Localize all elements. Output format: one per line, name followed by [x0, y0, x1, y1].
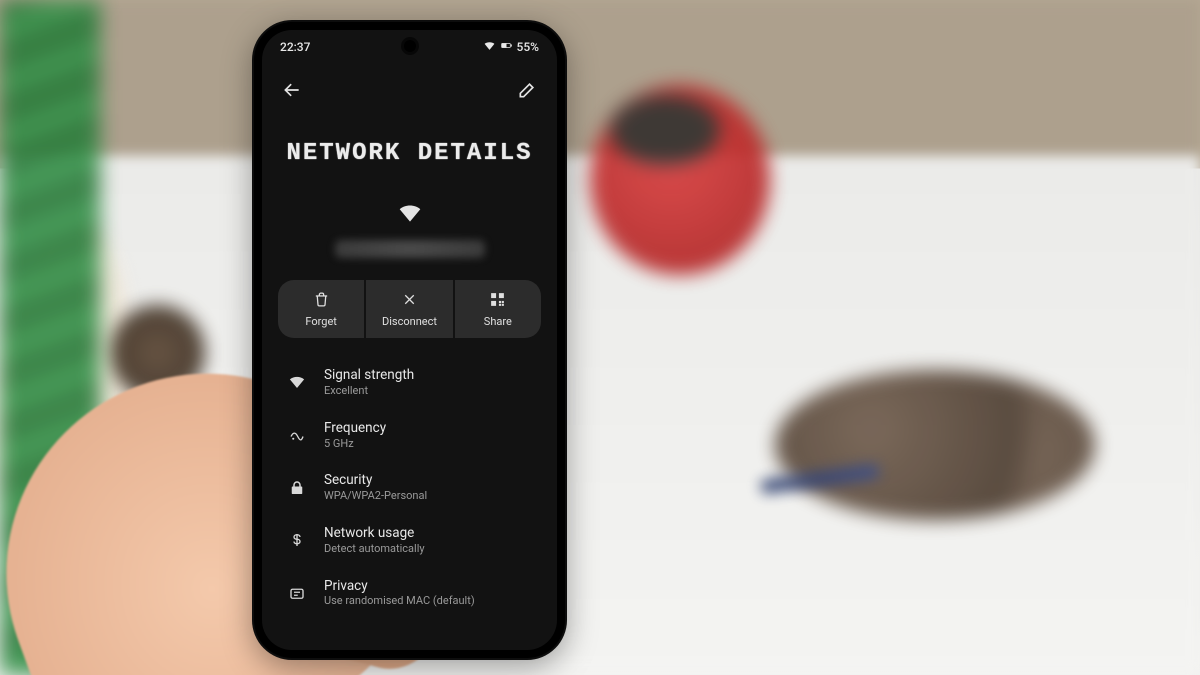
- lock-icon: [286, 479, 308, 497]
- detail-security[interactable]: Security WPA/WPA2-Personal: [266, 461, 553, 514]
- detail-value: WPA/WPA2-Personal: [324, 489, 427, 503]
- phone-frame: 22:37 55%: [252, 20, 567, 660]
- detail-label: Frequency: [324, 420, 386, 437]
- back-button[interactable]: [278, 76, 306, 104]
- camera-cutout: [404, 40, 416, 52]
- status-right: 55%: [483, 39, 539, 55]
- details-list: Signal strength Excellent Frequency 5 GH…: [262, 356, 557, 650]
- detail-frequency[interactable]: Frequency 5 GHz: [266, 409, 553, 462]
- wifi-icon: [483, 39, 496, 55]
- network-header: [262, 200, 557, 258]
- detail-value: Detect automatically: [324, 542, 425, 556]
- network-ssid-redacted: [335, 240, 485, 258]
- page-title: NETWORK DETAILS: [262, 140, 557, 167]
- detail-value: Excellent: [324, 384, 414, 398]
- frequency-icon: [286, 426, 308, 444]
- forget-button[interactable]: Forget: [278, 280, 364, 338]
- action-row: Forget Disconnect Share: [278, 280, 541, 338]
- detail-signal-strength[interactable]: Signal strength Excellent: [266, 356, 553, 409]
- share-label: Share: [484, 315, 512, 328]
- phone-screen: 22:37 55%: [262, 30, 557, 650]
- disconnect-label: Disconnect: [382, 315, 437, 328]
- edit-button[interactable]: [513, 76, 541, 104]
- battery-text: 55%: [517, 40, 539, 54]
- app-bar: [262, 70, 557, 110]
- detail-network-usage[interactable]: Network usage Detect automatically: [266, 514, 553, 567]
- signal-icon: [286, 373, 308, 391]
- share-button[interactable]: Share: [455, 280, 541, 338]
- battery-icon: [500, 39, 513, 55]
- dollar-icon: [286, 531, 308, 549]
- qr-icon: [489, 291, 506, 311]
- close-icon: [401, 291, 418, 311]
- wifi-large-icon: [397, 215, 423, 230]
- detail-label: Signal strength: [324, 367, 414, 384]
- detail-value: Use randomised MAC (default): [324, 594, 475, 608]
- forget-label: Forget: [305, 315, 336, 328]
- disconnect-button[interactable]: Disconnect: [366, 280, 452, 338]
- detail-value: 5 GHz: [324, 437, 386, 451]
- status-time: 22:37: [280, 40, 310, 54]
- trash-icon: [313, 291, 330, 311]
- detail-label: Network usage: [324, 525, 425, 542]
- detail-label: Security: [324, 472, 427, 489]
- privacy-icon: [286, 584, 308, 602]
- detail-label: Privacy: [324, 578, 475, 595]
- photo-background: 22:37 55%: [0, 0, 1200, 675]
- detail-privacy[interactable]: Privacy Use randomised MAC (default): [266, 567, 553, 620]
